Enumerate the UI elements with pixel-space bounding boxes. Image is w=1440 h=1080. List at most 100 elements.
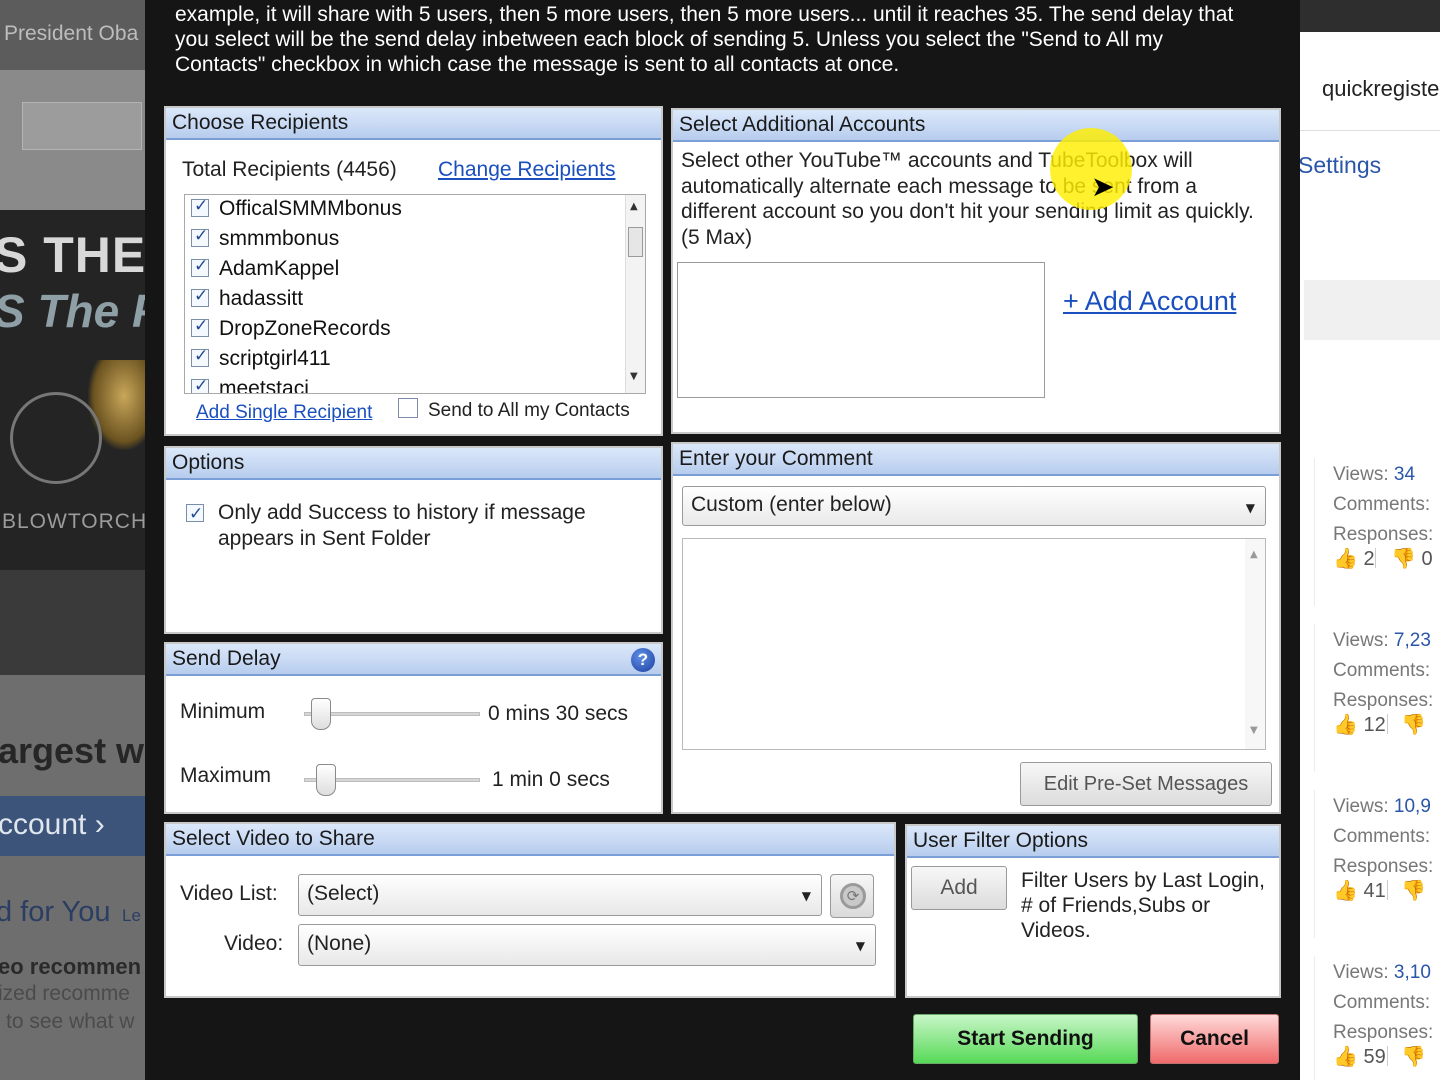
list-item[interactable]: DropZoneRecords	[191, 316, 391, 347]
recipient-name: AdamKappel	[219, 257, 340, 280]
background-play-circle-icon	[10, 392, 102, 484]
history-checkbox[interactable]	[186, 501, 204, 527]
scrollbar-thumb[interactable]	[628, 227, 643, 257]
background-video-recommendations: eo recommen	[0, 954, 142, 979]
dislikes: 👎	[1401, 712, 1426, 737]
checkbox[interactable]	[191, 286, 209, 307]
thumbs-up-icon: 👍	[1333, 880, 1358, 902]
scroll-down-icon[interactable]: ▼	[630, 371, 638, 382]
comment-type-select[interactable]: Custom (enter below) ▼	[682, 486, 1266, 526]
comment-textarea[interactable]: ▲ ▼	[682, 538, 1266, 750]
recipient-scrollbar[interactable]: ▲ ▼	[625, 195, 645, 393]
comments-label: Comments:	[1333, 494, 1431, 515]
thumbs-down-icon: 👎	[1401, 714, 1426, 736]
cancel-button[interactable]: Cancel	[1150, 1014, 1279, 1064]
recipient-name: smmmbonus	[219, 227, 340, 250]
video-select[interactable]: (None) ▼	[298, 924, 876, 966]
background-promo-heading: argest w	[0, 730, 145, 771]
responses-label: Responses:	[1333, 690, 1434, 711]
add-account-link[interactable]: + Add Account	[1063, 286, 1236, 317]
scroll-up-icon[interactable]: ▲	[1250, 549, 1258, 560]
likes: 👍 2	[1333, 546, 1375, 571]
checkbox[interactable]	[191, 376, 209, 393]
video-label: Video:	[224, 932, 284, 955]
maximum-slider-thumb[interactable]	[316, 764, 337, 796]
thumbs-up-icon: 👍	[1333, 548, 1358, 570]
video-list-value: (Select)	[307, 882, 380, 905]
checkbox[interactable]	[191, 256, 209, 277]
checkbox[interactable]	[191, 316, 209, 337]
comment-scrollbar[interactable]: ▲ ▼	[1245, 539, 1265, 749]
views-value: 7,23	[1393, 630, 1431, 651]
history-option-label: Only add Success to history if message a…	[218, 501, 586, 550]
views-row: Views: 10,9	[1333, 796, 1431, 818]
checkbox[interactable]	[191, 196, 209, 217]
background-username: quickregiste	[1322, 76, 1440, 101]
comment-type-value: Custom (enter below)	[691, 493, 892, 516]
refresh-button[interactable]: ⟳	[830, 874, 874, 918]
comments-label: Comments:	[1333, 660, 1431, 681]
views-row: Views: 3,10	[1333, 962, 1431, 984]
background-gray-box	[1304, 280, 1440, 340]
add-single-recipient-link[interactable]: Add Single Recipient	[196, 402, 372, 424]
views-label: Views:	[1333, 630, 1389, 651]
checkbox[interactable]	[191, 346, 209, 367]
thumbs-down-icon: 👎	[1391, 548, 1416, 570]
instructions-text: example, it will share with 5 users, the…	[175, 3, 1234, 76]
list-item[interactable]: AdamKappel	[191, 256, 340, 287]
additional-accounts-panel: Select Additional Accounts Select other …	[671, 108, 1281, 434]
likes: 👍 12	[1333, 712, 1386, 737]
chevron-down-icon: ▼	[855, 939, 865, 953]
panel-header: Options	[166, 448, 661, 480]
background-tab-text: President Oba	[4, 22, 139, 45]
maximum-label: Maximum	[180, 764, 272, 787]
background-video-card: Views: 10,9 Comments: Responses: 👍 41 👎	[1314, 790, 1440, 938]
responses-label: Responses:	[1333, 1022, 1434, 1043]
recipient-name: hadassitt	[219, 287, 304, 310]
help-icon[interactable]: ?	[631, 648, 655, 672]
recipient-list[interactable]: OfficalSMMMbonus smmmbonus AdamKappel ha…	[184, 194, 646, 394]
views-row: Views: 7,23	[1333, 630, 1431, 652]
background-divider	[1300, 130, 1440, 131]
list-item[interactable]: hadassitt	[191, 286, 304, 317]
accounts-description: Select other YouTube™ accounts and TubeT…	[681, 149, 1254, 249]
checkbox[interactable]	[191, 226, 209, 247]
add-filter-button[interactable]: Add	[911, 866, 1007, 910]
send-to-all-contacts[interactable]: Send to All my Contacts	[398, 398, 630, 422]
responses-label: Responses:	[1333, 856, 1434, 877]
video-value: (None)	[307, 932, 372, 955]
thumbs-down-icon: 👎	[1401, 1046, 1426, 1068]
send-delay-panel: Send Delay ? Minimum 0 mins 30 secs Maxi…	[164, 642, 663, 814]
minimum-slider-thumb[interactable]	[311, 698, 332, 730]
background-settings-link: Settings	[1300, 152, 1382, 178]
refresh-icon: ⟳	[840, 883, 866, 909]
list-item[interactable]: OfficalSMMMbonus	[191, 196, 402, 227]
accounts-list[interactable]	[677, 262, 1045, 398]
list-item[interactable]: meetstaci	[191, 376, 309, 394]
likes-count: 41	[1363, 880, 1386, 902]
background-for-you-link: Le	[122, 906, 141, 925]
background-personalized-text: ized recomme	[0, 982, 130, 1005]
dislikes: 👎	[1401, 1044, 1426, 1069]
send-to-all-checkbox[interactable]	[398, 398, 418, 418]
background-divider-band	[0, 570, 145, 675]
list-item[interactable]: smmmbonus	[191, 226, 340, 257]
start-sending-button[interactable]: Start Sending	[913, 1014, 1138, 1064]
user-filter-panel: User Filter Options Add Filter Users by …	[905, 824, 1281, 998]
background-page-right: quickregiste Settings Views: 34 Comments…	[1300, 0, 1440, 1080]
scroll-up-icon[interactable]: ▲	[630, 201, 638, 212]
background-for-you-heading: d for You	[0, 896, 111, 928]
video-list-select[interactable]: (Select) ▼	[298, 874, 822, 916]
likes-count: 12	[1363, 714, 1386, 736]
scroll-down-icon[interactable]: ▼	[1250, 725, 1258, 736]
responses-label: Responses:	[1333, 524, 1434, 545]
change-recipients-link[interactable]: Change Recipients	[438, 158, 615, 182]
minimum-label: Minimum	[180, 700, 266, 723]
panel-header: User Filter Options	[907, 826, 1279, 858]
edit-preset-messages-button[interactable]: Edit Pre-Set Messages	[1020, 762, 1272, 806]
background-see-what-text: to see what w	[6, 1010, 135, 1033]
background-video-card: Views: 3,10 Comments: Responses: 👍 59 👎	[1314, 956, 1440, 1080]
likes-count: 2	[1363, 548, 1375, 570]
list-item[interactable]: scriptgirl411	[191, 346, 331, 377]
recipient-name: meetstaci	[219, 377, 309, 394]
